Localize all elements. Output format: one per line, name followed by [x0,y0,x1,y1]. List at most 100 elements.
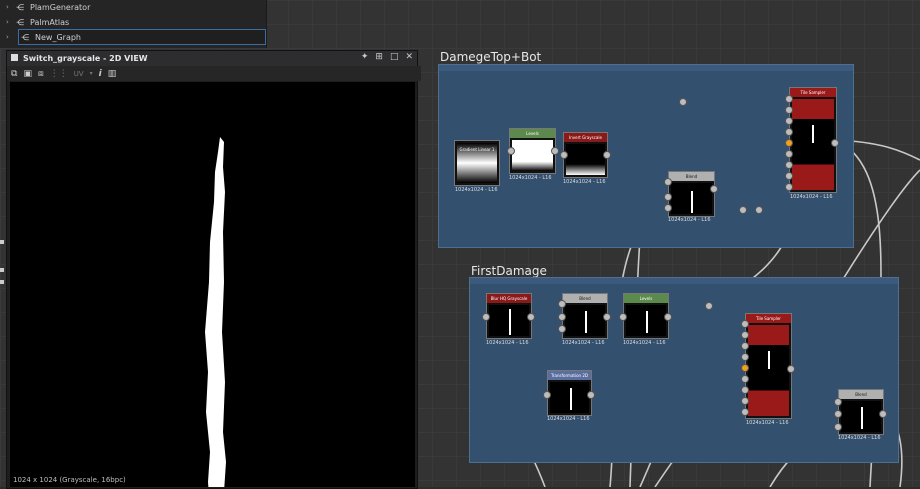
close-icon[interactable]: ✕ [405,52,413,62]
node-port[interactable] [785,183,793,191]
node-port[interactable] [482,313,490,321]
node-port[interactable] [741,375,749,383]
node-port[interactable] [787,365,795,373]
node-port[interactable] [834,410,842,418]
grid-icon[interactable]: ⋮⋮ [50,69,68,79]
node-port[interactable] [603,151,611,159]
graph-icon: ⋲ [16,2,24,12]
node-tile-sampler[interactable]: Tile Sampler [789,87,837,193]
node-port[interactable] [543,391,551,399]
explorer-item-selected[interactable]: ⋲ New_Graph [18,29,266,45]
node-port[interactable] [558,313,566,321]
node-blend[interactable]: Blend [838,389,884,435]
node-blend[interactable]: Blend [562,293,608,339]
explorer-item-label: New_Graph [35,32,81,42]
node-title: Blend [563,294,607,303]
node-port[interactable] [785,172,793,180]
node-port[interactable] [834,423,842,431]
node-port[interactable] [741,331,749,339]
node-resolution: 1024x1024 - L16 [562,340,605,346]
node-port[interactable] [587,391,595,399]
node-port[interactable] [619,313,627,321]
node-port[interactable] [785,117,793,125]
node-title: Gradient Linear 1 [459,147,495,152]
frame-first[interactable] [469,277,899,463]
node-port[interactable] [741,386,749,394]
node-resolution: 1024x1024 - L16 [746,420,789,426]
pin-icon[interactable]: ✦ [361,52,369,62]
node-port[interactable] [664,313,672,321]
node-port[interactable] [705,302,713,310]
explorer-item[interactable]: › ⋲ PlamGenerator [6,0,90,14]
info-icon[interactable]: i [99,69,102,79]
node-title: Blend [669,172,714,181]
view-2d-toolbar: ⧉ ▣ ⧈ ⋮⋮ UV ▾ i ▥ [7,66,421,81]
histogram-icon[interactable]: ▥ [108,69,117,79]
explorer-item[interactable]: › ⋲ PalmAtlas [6,15,69,29]
node-title: Invert Grayscale [564,133,607,142]
layout-icon[interactable]: ⊞ [375,52,383,62]
node-port[interactable] [741,320,749,328]
node-resolution: 1024x1024 - L16 [486,340,529,346]
node-port[interactable] [551,147,559,155]
save-icon[interactable]: ▣ [23,69,32,79]
explorer-item-label: PlamGenerator [30,2,91,12]
node-port[interactable] [755,206,763,214]
node-port[interactable] [741,342,749,350]
view-2d-titlebar: Switch_grayscale - 2D VIEW ✦ ⊞ □ ✕ [7,51,417,66]
node-port[interactable] [879,410,887,418]
node-resolution: 1024x1024 - L16 [790,194,833,200]
node-port[interactable] [785,128,793,136]
node-title: Blend [839,390,883,399]
node-levels[interactable]: Levels [623,293,669,339]
node-port[interactable] [527,313,535,321]
node-blur-hq[interactable]: Blur HQ Grayscale [486,293,532,339]
node-port[interactable] [560,151,568,159]
node-gradient-linear[interactable]: Gradient Linear 1 [454,140,500,186]
node-port[interactable] [741,364,749,372]
chevron-right-icon[interactable]: › [6,30,16,44]
dock-tab-icon[interactable] [0,280,4,284]
node-port[interactable] [664,178,672,186]
node-title: Tile Sampler [790,88,836,97]
chevron-right-icon[interactable]: › [6,3,16,11]
node-port[interactable] [785,139,793,147]
node-port[interactable] [785,106,793,114]
dock-tab-icon[interactable] [0,268,4,272]
node-port[interactable] [664,204,672,212]
dock-tab-icon[interactable] [0,240,4,244]
node-resolution: 1024x1024 - L16 [623,340,666,346]
node-port[interactable] [785,150,793,158]
node-port[interactable] [710,185,718,193]
node-port[interactable] [664,193,672,201]
maximize-icon[interactable]: □ [390,52,399,62]
node-port[interactable] [785,161,793,169]
node-port[interactable] [741,408,749,416]
node-port[interactable] [679,98,687,106]
chevron-down-icon[interactable]: ▾ [90,70,93,77]
node-port[interactable] [831,139,839,147]
node-port[interactable] [507,147,515,155]
node-invert-grayscale[interactable]: Invert Grayscale [563,132,608,178]
node-port[interactable] [741,397,749,405]
node-port[interactable] [741,353,749,361]
node-port[interactable] [558,300,566,308]
node-port[interactable] [558,325,566,333]
uv-toggle[interactable]: UV [74,70,84,78]
view-2d-image[interactable] [10,82,415,487]
node-port[interactable] [739,206,747,214]
node-resolution: 1024x1024 - L16 [547,416,590,422]
node-resolution: 1024x1024 - L16 [455,187,498,193]
chevron-right-icon[interactable]: › [6,18,16,26]
node-port[interactable] [834,398,842,406]
node-levels[interactable]: Levels [509,128,556,174]
node-tile-sampler[interactable]: Tile Sampler [745,313,792,419]
node-resolution: 1024x1024 - L16 [563,179,606,185]
node-port[interactable] [603,313,611,321]
copy-icon[interactable]: ⧉ [11,69,17,79]
paste-icon[interactable]: ⧈ [38,69,44,79]
node-title: Levels [624,294,668,303]
node-blend[interactable]: Blend [668,171,715,217]
node-transformation-2d[interactable]: Transformation 2D [547,370,592,416]
node-port[interactable] [785,95,793,103]
